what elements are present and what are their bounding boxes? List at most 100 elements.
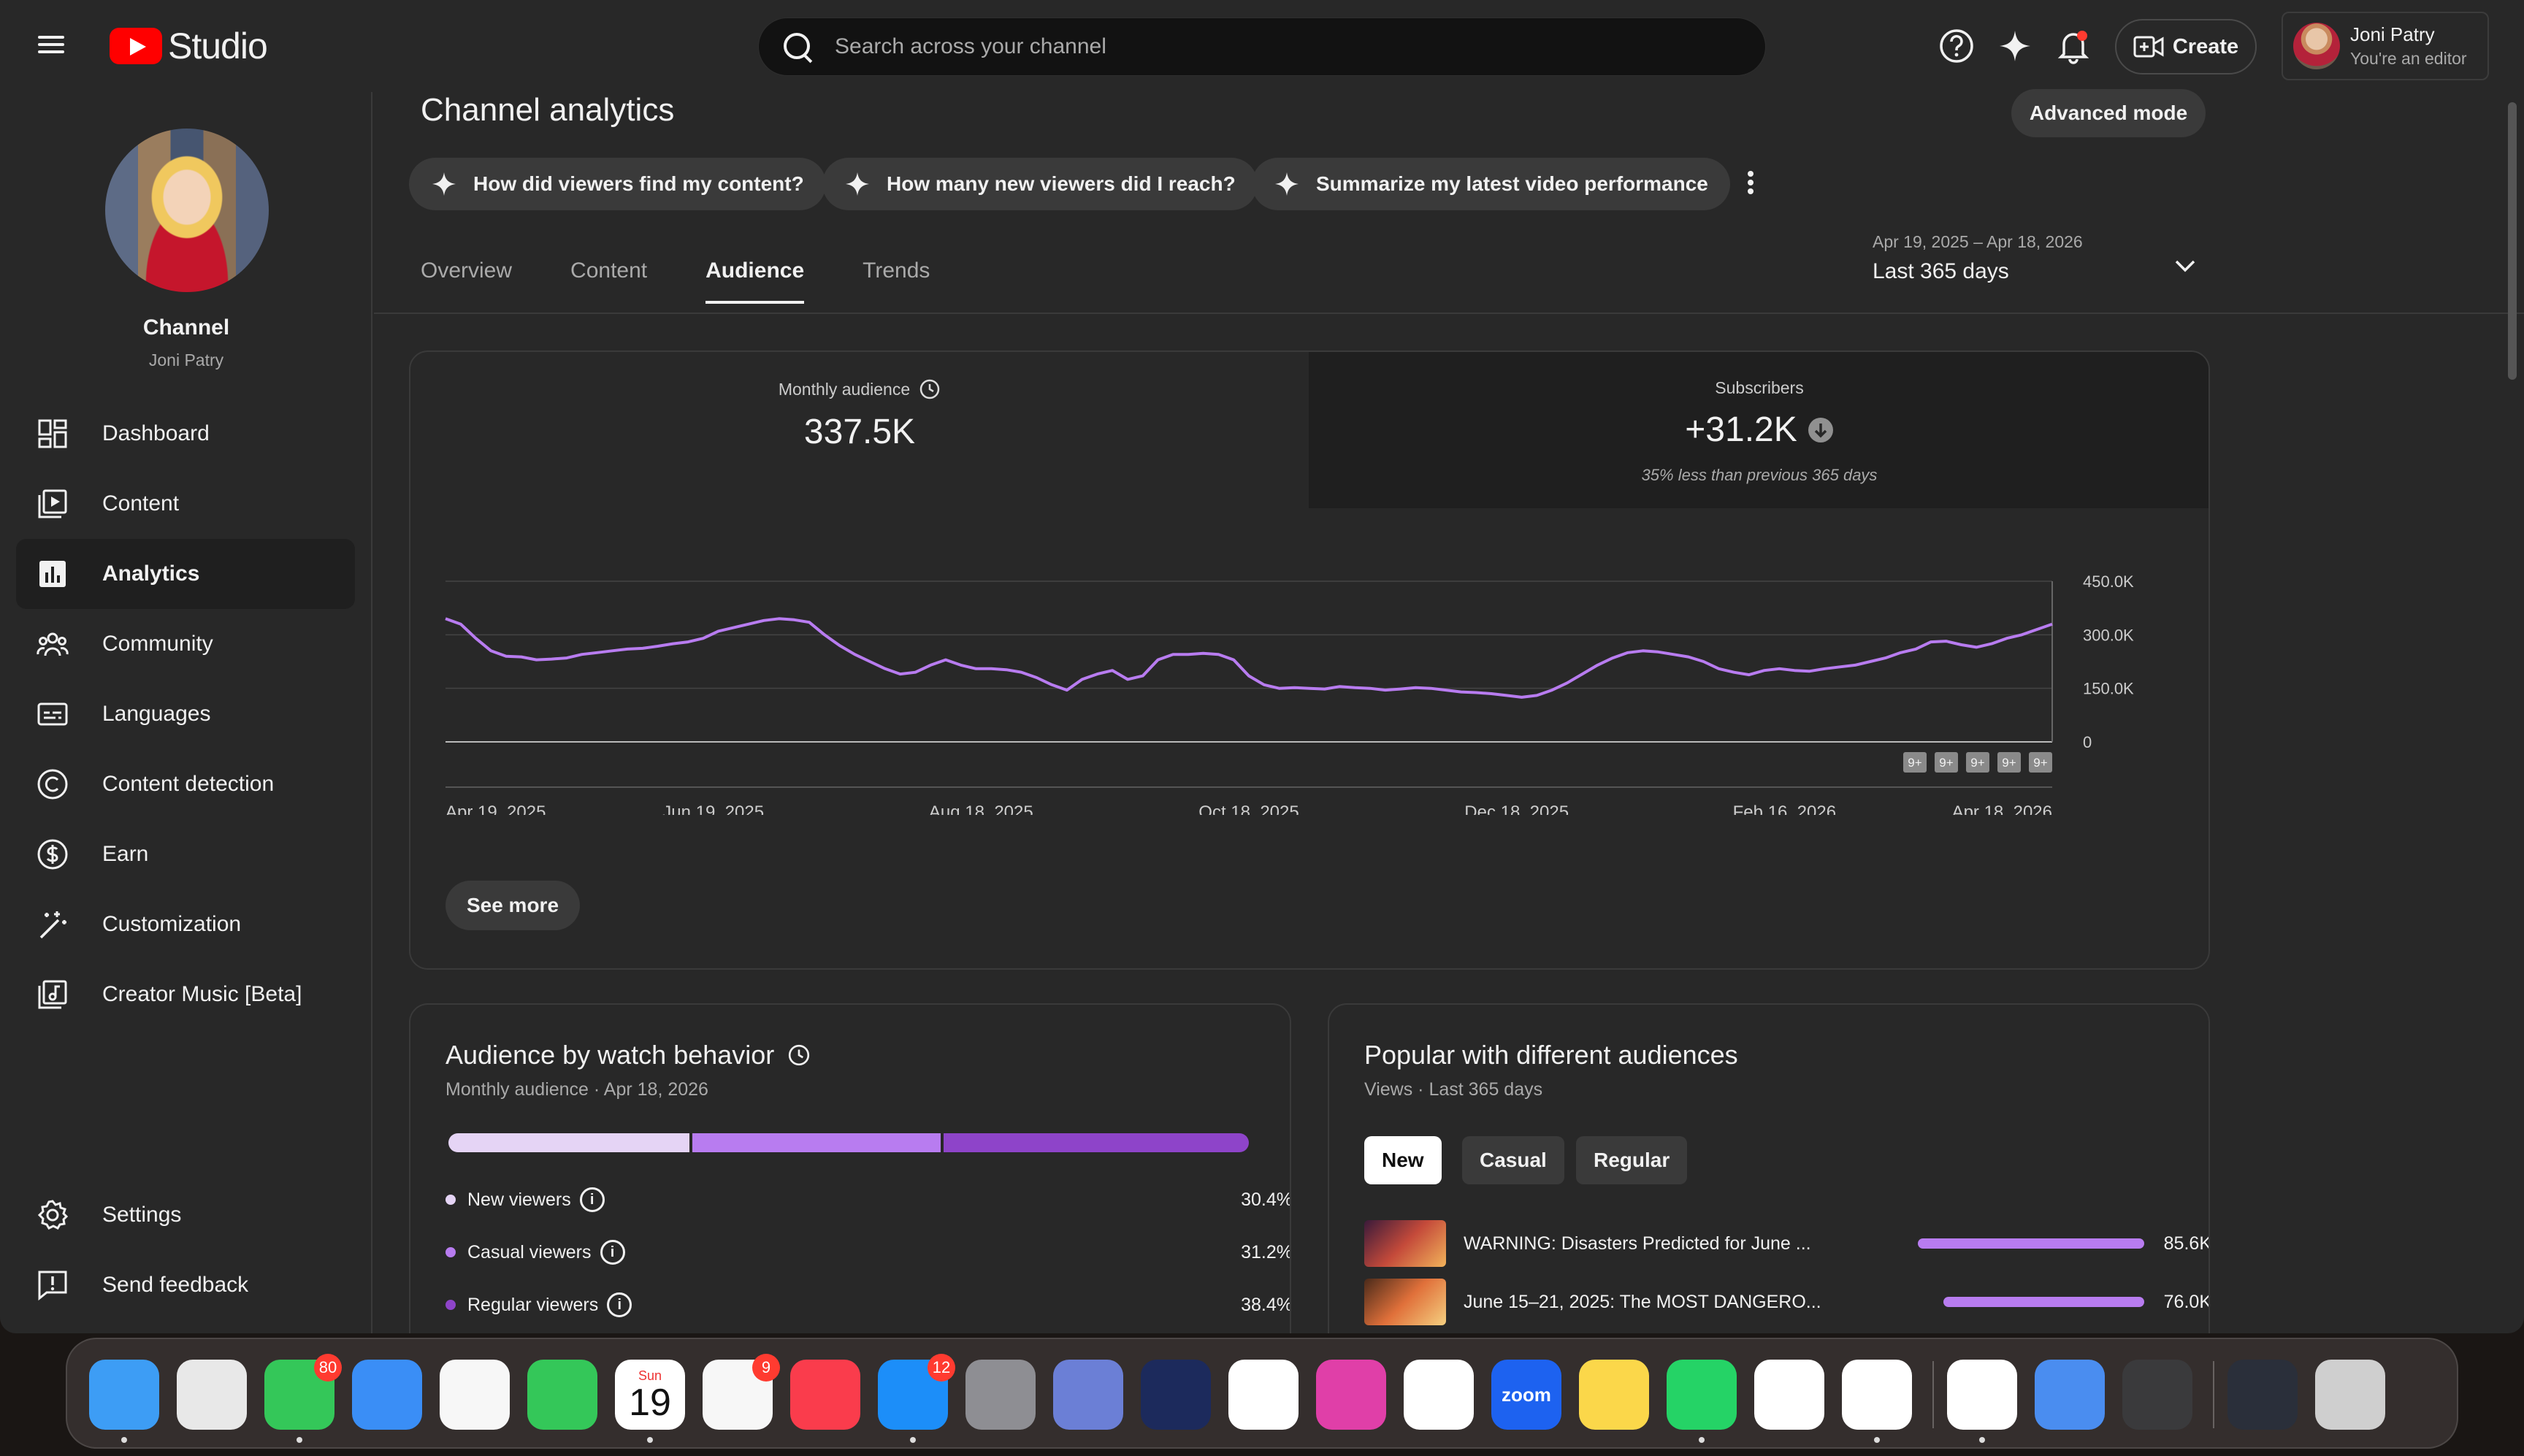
sparkle-icon xyxy=(1275,172,1299,196)
zoom-icon[interactable]: zoom xyxy=(1491,1360,1561,1430)
chatgpt-icon[interactable] xyxy=(1228,1360,1299,1430)
slack-icon[interactable] xyxy=(1754,1360,1824,1430)
help-icon[interactable] xyxy=(1938,28,1975,64)
advanced-mode-button[interactable]: Advanced mode xyxy=(2011,89,2206,137)
clock-icon xyxy=(789,1044,810,1066)
channel-avatar[interactable] xyxy=(105,129,269,292)
sidebar: Channel Joni Patry Dashboard Content Ana… xyxy=(0,92,372,1333)
metric-monthly-audience[interactable]: Monthly audience 337.5K xyxy=(410,352,1309,508)
running-indicator xyxy=(647,1437,653,1443)
x-tick-label: Jun 19, 2025 xyxy=(662,802,764,815)
legend-label: Regular viewers xyxy=(467,1294,599,1315)
card-title: Audience by watch behavior xyxy=(445,1040,775,1070)
dock-separator xyxy=(2213,1361,2214,1428)
filter-regular[interactable]: Regular xyxy=(1576,1136,1688,1184)
account-switcher[interactable]: Joni Patry You're an editor xyxy=(2282,12,2489,80)
music-icon[interactable] xyxy=(790,1360,860,1430)
downloads-stack-icon[interactable] xyxy=(2227,1360,2298,1430)
sidebar-item-earn[interactable]: Earn xyxy=(16,819,355,889)
notes-icon[interactable] xyxy=(1579,1360,1649,1430)
popular-video-row[interactable]: WARNING: Disasters Predicted for June ..… xyxy=(1364,1218,2208,1269)
copilot-icon[interactable] xyxy=(1141,1360,1211,1430)
search-input[interactable] xyxy=(835,34,1711,59)
app-store-icon[interactable]: 12 xyxy=(878,1354,955,1430)
menu-icon[interactable] xyxy=(38,31,72,61)
notification-badge: 80 xyxy=(314,1354,342,1382)
sidebar-item-label: Community xyxy=(102,632,213,656)
y-tick-label: 450.0K xyxy=(2083,572,2134,591)
sidebar-item-label: Creator Music [Beta] xyxy=(102,982,302,1006)
capcut-icon[interactable] xyxy=(1404,1360,1474,1430)
launchpad-icon[interactable] xyxy=(177,1360,247,1430)
community-icon xyxy=(37,632,69,656)
legend-percent: 38.4% xyxy=(1241,1294,1291,1315)
sidebar-item-label: Analytics xyxy=(102,562,200,586)
metric-subscribers[interactable]: Subscribers +31.2K 35% less than previou… xyxy=(1309,352,2208,508)
messages-icon[interactable]: 80 xyxy=(264,1354,342,1430)
video-views: 76.0K xyxy=(2163,1291,2210,1312)
x-tick-label: Apr 18, 2026 xyxy=(1952,802,2052,815)
filter-new[interactable]: New xyxy=(1364,1136,1442,1184)
cleanmymac-icon[interactable] xyxy=(1316,1360,1386,1430)
info-icon[interactable]: i xyxy=(579,1187,605,1212)
more-options-icon[interactable] xyxy=(1740,168,1762,200)
chrome-icon[interactable] xyxy=(1842,1360,1912,1430)
date-range-picker[interactable]: Apr 19, 2025 – Apr 18, 2026 Last 365 day… xyxy=(1873,232,2083,284)
search-bar[interactable] xyxy=(758,18,1766,76)
running-indicator xyxy=(297,1437,302,1443)
series-line xyxy=(445,617,2053,699)
content-detection-icon xyxy=(37,769,68,800)
creator-music-icon xyxy=(38,980,67,1009)
sidebar-item-analytics[interactable]: Analytics xyxy=(16,539,355,609)
iphone-mirroring-icon[interactable] xyxy=(1053,1360,1123,1430)
mail-icon[interactable] xyxy=(352,1360,422,1430)
tab-audience[interactable]: Audience xyxy=(705,258,805,304)
running-indicator xyxy=(1699,1437,1705,1443)
facetime-icon[interactable] xyxy=(527,1360,597,1430)
popular-video-row[interactable]: June 15–21, 2025: The MOST DANGERO... 76… xyxy=(1364,1276,2210,1327)
page-scrollbar[interactable] xyxy=(2508,102,2517,380)
suggestion-chip-summarize[interactable]: Summarize my latest video performance xyxy=(1252,158,1730,210)
sidebar-item-dashboard[interactable]: Dashboard xyxy=(16,399,355,469)
reminders-icon[interactable]: 9 xyxy=(703,1354,780,1430)
sidebar-item-content[interactable]: Content xyxy=(16,469,355,539)
running-indicator xyxy=(1874,1437,1880,1443)
y-tick-label: 150.0K xyxy=(2083,680,2134,698)
info-icon[interactable]: i xyxy=(607,1292,632,1317)
tab-content[interactable]: Content xyxy=(570,258,647,304)
sparkle-icon xyxy=(846,172,869,196)
running-indicator xyxy=(1979,1437,1985,1443)
sidebar-item-community[interactable]: Community xyxy=(16,609,355,679)
sidebar-item-label: Send feedback xyxy=(102,1273,249,1297)
dropzone-icon[interactable] xyxy=(2035,1360,2105,1430)
copilot-app-icon[interactable] xyxy=(1947,1360,2017,1430)
tab-overview[interactable]: Overview xyxy=(421,258,512,304)
sidebar-item-settings[interactable]: Settings xyxy=(16,1180,355,1250)
filter-casual[interactable]: Casual xyxy=(1462,1136,1564,1184)
suggestion-chip-new-viewers[interactable]: How many new viewers did I reach? xyxy=(822,158,1258,210)
sidebar-item-creator-music[interactable]: Creator Music [Beta] xyxy=(16,959,355,1030)
info-icon[interactable]: i xyxy=(600,1240,625,1265)
suggestion-chip-viewers-find[interactable]: How did viewers find my content? xyxy=(409,158,826,210)
create-button[interactable]: Create xyxy=(2115,19,2257,74)
sidebar-item-customization[interactable]: Customization xyxy=(16,889,355,959)
photos-icon[interactable] xyxy=(440,1360,510,1430)
sidebar-item-content-detection[interactable]: Content detection xyxy=(16,749,355,819)
trash-icon[interactable] xyxy=(2315,1360,2385,1430)
studio-logo[interactable]: Studio xyxy=(110,25,268,67)
whatsapp-icon[interactable] xyxy=(1667,1360,1737,1430)
sidebar-item-languages[interactable]: Languages xyxy=(16,679,355,749)
system-settings-icon[interactable] xyxy=(965,1360,1036,1430)
sidebar-item-send-feedback[interactable]: Send feedback xyxy=(16,1250,355,1320)
sparkle-ai-icon[interactable] xyxy=(1997,28,2033,64)
see-more-button[interactable]: See more xyxy=(445,881,580,930)
chevron-down-icon[interactable] xyxy=(2171,251,2200,280)
search-icon[interactable] xyxy=(781,30,814,64)
calendar-icon[interactable]: Sun 19 xyxy=(615,1360,685,1430)
dock-separator xyxy=(1932,1361,1934,1428)
notifications-bell-icon[interactable] xyxy=(2055,28,2092,64)
calculator-icon[interactable] xyxy=(2122,1360,2192,1430)
tab-trends[interactable]: Trends xyxy=(863,258,930,304)
finder-icon[interactable] xyxy=(89,1360,159,1430)
chip-label: How did viewers find my content? xyxy=(473,172,804,195)
